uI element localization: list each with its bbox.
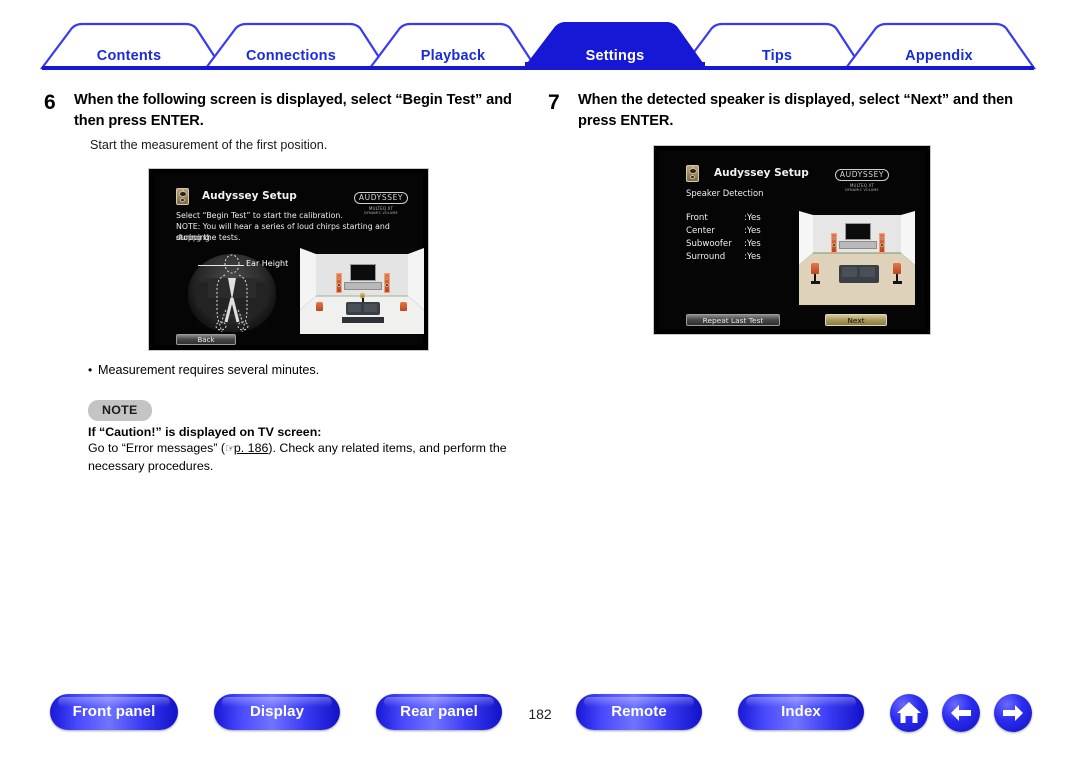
- step-7-column: 7 When the detected speaker is displayed…: [548, 90, 1043, 131]
- detection-row: Subwoofer :Yes: [686, 238, 806, 251]
- arrow-right-icon: [1003, 705, 1023, 721]
- osd-title-begin-test: Audyssey Setup: [202, 190, 297, 202]
- front-left-speaker: [336, 273, 342, 293]
- seating-sofa: [346, 302, 380, 315]
- page-reference-link[interactable]: ☞p. 186: [225, 441, 268, 455]
- surround-left-speaker: [811, 263, 821, 285]
- rear-panel-button[interactable]: Rear panel: [376, 694, 502, 730]
- index-button[interactable]: Index: [738, 694, 864, 730]
- osd-screenshot-speaker-detection: Audyssey Setup AUDYSSEY MULTEQ XT DYNAMI…: [653, 145, 931, 335]
- osd-subtitle-speaker-detection: Speaker Detection: [686, 188, 764, 198]
- front-right-speaker: [879, 233, 885, 253]
- osd-inner-begin-test: Audyssey Setup AUDYSSEY MULTEQ XT DYNAMI…: [154, 174, 424, 345]
- osd-screenshot-begin-test: Audyssey Setup AUDYSSEY MULTEQ XT DYNAMI…: [148, 168, 429, 351]
- detection-name-center: Center: [686, 226, 715, 236]
- osd-inner-speaker-detection: Audyssey Setup AUDYSSEY MULTEQ XT DYNAMI…: [659, 151, 925, 329]
- front-left-speaker: [831, 233, 837, 253]
- note-badge: NOTE: [88, 400, 152, 421]
- bullet-dot-icon: •: [88, 363, 93, 377]
- osd-instruction-line1: Select “Begin Test” to start the calibra…: [176, 211, 343, 220]
- note-body-before: Go to “Error messages” (: [88, 441, 226, 455]
- step-7-heading: 7 When the detected speaker is displayed…: [548, 90, 1043, 131]
- tab-label-playback[interactable]: Playback: [421, 48, 485, 64]
- detection-name-front: Front: [686, 213, 708, 223]
- tab-label-settings[interactable]: Settings: [586, 48, 645, 64]
- detection-value-subwoofer: :Yes: [744, 239, 761, 249]
- detection-value-center: :Yes: [744, 226, 761, 236]
- page-reference-label[interactable]: p. 186: [234, 441, 268, 455]
- ear-height-line: [198, 265, 244, 266]
- speaker-icon-woofer: [178, 190, 187, 197]
- seating-sofa: [839, 265, 879, 283]
- step-7-title: When the detected speaker is displayed, …: [578, 92, 1013, 129]
- detection-row: Center :Yes: [686, 225, 806, 238]
- tab-label-connections[interactable]: Connections: [246, 48, 336, 64]
- audyssey-logo-brand: AUDYSSEY: [834, 169, 890, 181]
- note-body: Go to “Error messages” (☞p. 186). Check …: [88, 440, 558, 475]
- tv-display: [845, 223, 871, 240]
- back-button[interactable]: Back: [176, 334, 236, 345]
- bullet-text: Measurement requires several minutes.: [98, 363, 320, 377]
- detection-row: Front :Yes: [686, 212, 806, 225]
- footer-navigation: Front panel Display Rear panel 182 Remot…: [0, 694, 1080, 738]
- next-page-button[interactable]: [994, 694, 1032, 732]
- previous-page-button[interactable]: [942, 694, 980, 732]
- step-6-column: 6 When the following screen is displayed…: [44, 90, 539, 155]
- remote-button[interactable]: Remote: [576, 694, 702, 730]
- tab-bar: Contents Connections Playback Settings T…: [0, 22, 1080, 70]
- note-title: If “Caution!” is displayed on TV screen:: [88, 425, 322, 439]
- step-6-heading: 6 When the following screen is displayed…: [44, 90, 539, 131]
- step-6-subtitle: Start the measurement of the first posit…: [90, 138, 328, 153]
- surround-left-speaker: [316, 302, 324, 314]
- pointing-hand-icon: ☞: [225, 442, 235, 455]
- home-button[interactable]: [890, 694, 928, 732]
- surround-right-speaker: [893, 263, 903, 285]
- step-6-title: When the following screen is displayed, …: [74, 92, 512, 129]
- room-diagram-speaker-detection: [799, 209, 915, 309]
- av-receiver: [839, 241, 877, 249]
- arrow-left-icon: [951, 705, 971, 721]
- detection-value-surround: :Yes: [744, 252, 761, 262]
- front-panel-button[interactable]: Front panel: [50, 694, 178, 730]
- speaker-icon-tweeter: [690, 175, 695, 179]
- detection-name-surround: Surround: [686, 252, 726, 262]
- ear-height-label: Ear Height: [246, 259, 289, 268]
- speaker-detection-list: Front :Yes Center :Yes Subwoofer :Yes Su…: [686, 212, 806, 264]
- front-right-speaker: [384, 273, 390, 293]
- coffee-table: [342, 317, 384, 323]
- tab-label-appendix[interactable]: Appendix: [905, 48, 973, 64]
- av-receiver: [344, 282, 382, 290]
- step-7-number: 7: [548, 91, 560, 114]
- detection-value-front: :Yes: [744, 213, 761, 223]
- ear-height-diagram: Ear Height: [176, 252, 288, 332]
- next-button[interactable]: Next: [825, 314, 887, 326]
- repeat-last-test-button[interactable]: Repeat Last Test: [686, 314, 780, 326]
- tab-label-tips[interactable]: Tips: [762, 48, 792, 64]
- audyssey-logo-sub2: DYNAMIC VOLUME: [845, 188, 879, 192]
- audyssey-logo: AUDYSSEY MULTEQ XT DYNAMIC VOLUME: [342, 187, 420, 215]
- detection-row: Surround :Yes: [686, 251, 806, 264]
- audyssey-logo: AUDYSSEY MULTEQ XT DYNAMIC VOLUME: [819, 164, 905, 192]
- page-number: 182: [528, 706, 552, 722]
- speaker-icon-woofer: [688, 167, 697, 174]
- tab-label-contents[interactable]: Contents: [97, 48, 161, 64]
- audyssey-logo-brand: AUDYSSEY: [353, 192, 409, 204]
- detection-name-subwoofer: Subwoofer: [686, 239, 732, 249]
- home-icon: [897, 702, 921, 723]
- display-button[interactable]: Display: [214, 694, 340, 730]
- audyssey-logo-sub2: DYNAMIC VOLUME: [364, 211, 398, 215]
- surround-right-speaker: [400, 302, 408, 314]
- step-6-number: 6: [44, 91, 56, 114]
- speaker-icon-tweeter: [180, 198, 185, 202]
- tv-display: [350, 264, 376, 281]
- room-diagram-begin-test: [300, 246, 424, 336]
- osd-title-speaker-detection: Audyssey Setup: [714, 167, 809, 179]
- bullet-measurement-time: • Measurement requires several minutes.: [88, 362, 319, 380]
- osd-instruction-line3: during the tests.: [176, 233, 241, 242]
